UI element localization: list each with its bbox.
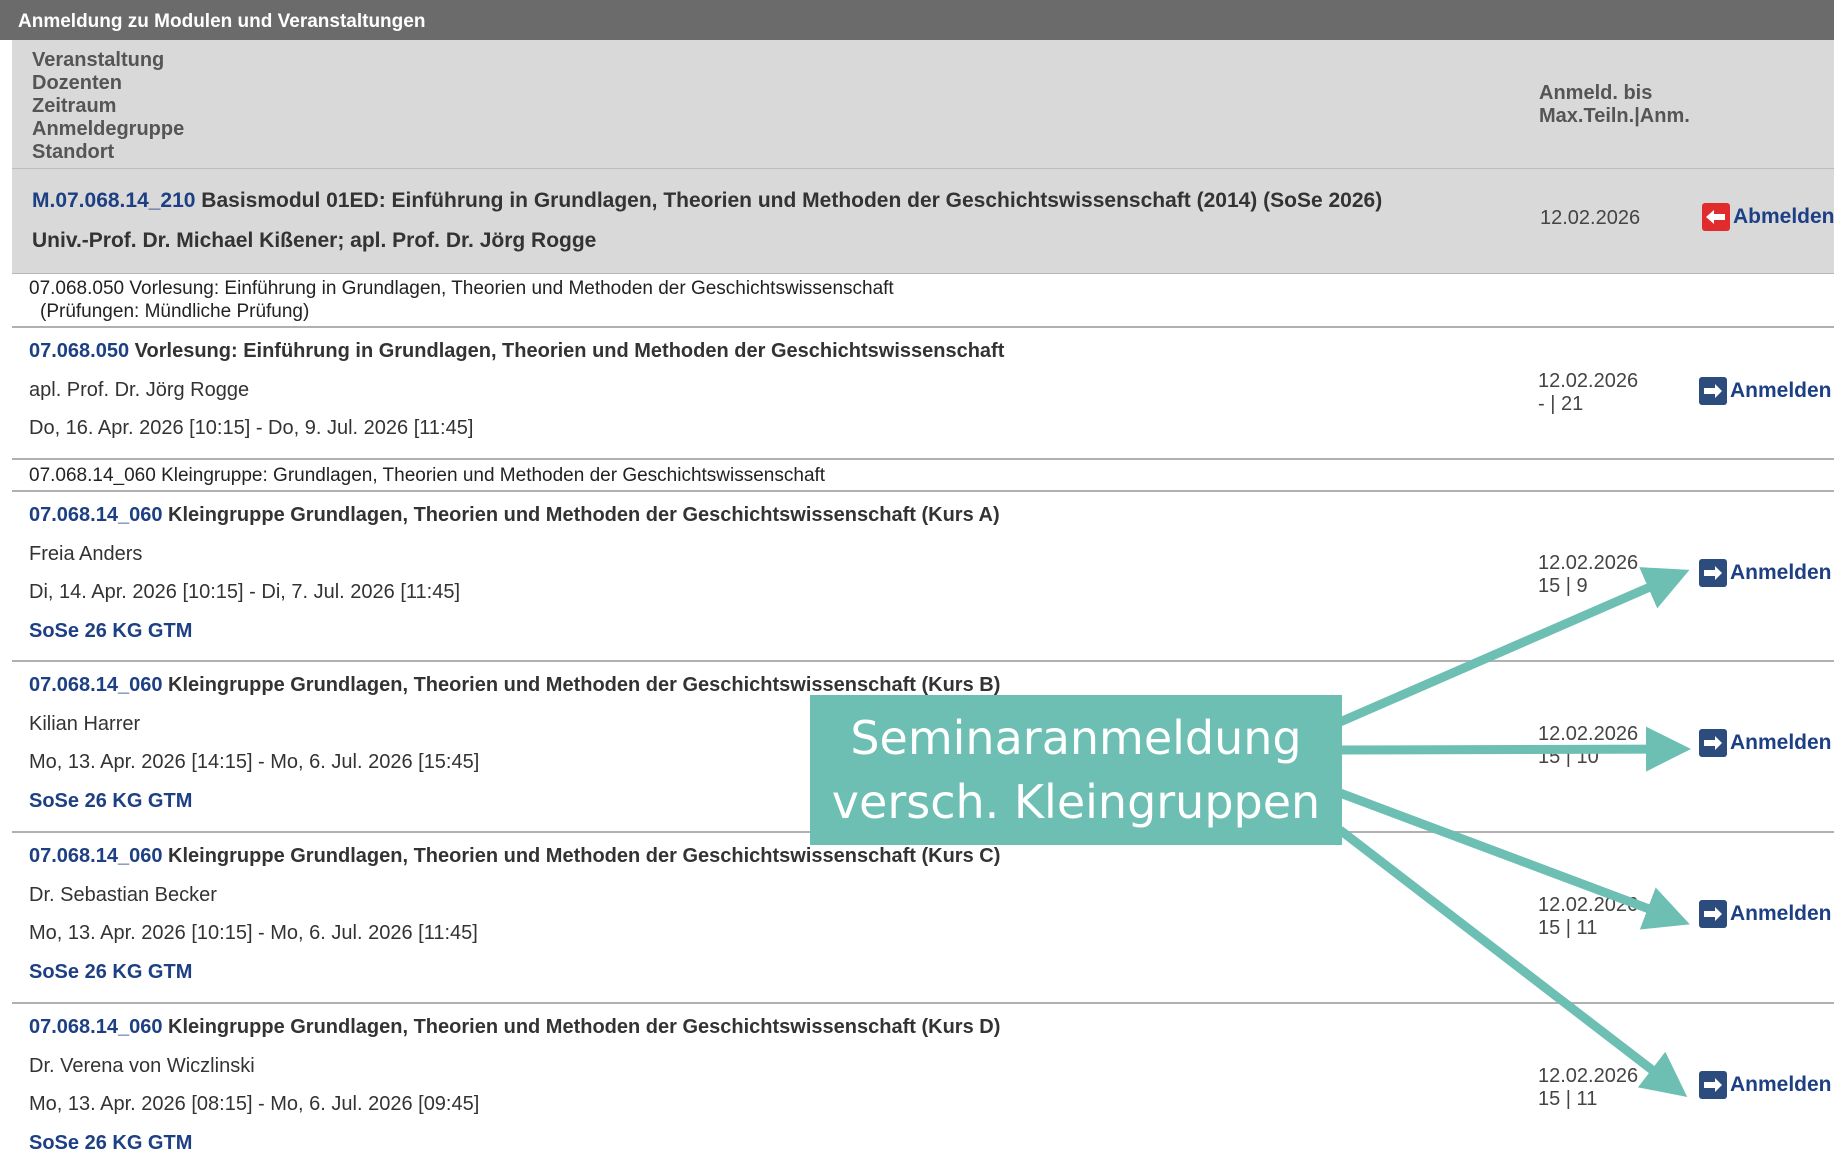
course-code-link[interactable]: 07.068.14_060	[29, 845, 162, 867]
header-dozenten: Dozenten	[32, 72, 122, 94]
course-deadline: 12.02.2026	[1538, 723, 1639, 745]
course-code-link[interactable]: 07.068.14_060	[29, 1016, 162, 1038]
exam-info-line1: 07.068.050 Vorlesung: Einführung in Grun…	[29, 278, 894, 299]
course-deadline-block: 12.02.2026 15 | 11	[1538, 1065, 1638, 1111]
anmelden-label: Anmelden	[1730, 1073, 1832, 1096]
group-info-row: 07.068.14_060 Kleingruppe: Grundlagen, T…	[12, 460, 1834, 492]
course-deadline-block: 12.02.2026 15 | 11	[1538, 894, 1638, 940]
course-row-a: 07.068.14_060 Kleingruppe Grundlagen, Th…	[12, 492, 1834, 662]
arrow-right-icon	[1699, 1071, 1727, 1099]
anmelden-label: Anmelden	[1730, 902, 1832, 925]
course-lecturer: Dr. Sebastian Becker	[29, 884, 217, 906]
group-info-line: 07.068.14_060 Kleingruppe: Grundlagen, T…	[29, 465, 826, 486]
module-code-link[interactable]: M.07.068.14_210	[32, 189, 195, 212]
course-capacity: 15 | 10	[1538, 746, 1599, 768]
anmelden-button-b[interactable]: Anmelden	[1699, 729, 1832, 757]
panel-header-bar: Anmeldung zu Modulen und Veranstaltungen	[0, 0, 1834, 40]
module-row: M.07.068.14_210 Basismodul 01ED: Einführ…	[12, 169, 1834, 275]
table-header: Veranstaltung Dozenten Zeitraum Anmeldeg…	[12, 40, 1834, 170]
anmelden-button-d[interactable]: Anmelden	[1699, 1071, 1832, 1099]
module-deadline: 12.02.2026	[1540, 207, 1641, 229]
lecture-row: 07.068.050 Vorlesung: Einführung in Grun…	[12, 328, 1834, 460]
course-title-text: Kleingruppe Grundlagen, Theorien und Met…	[162, 674, 1001, 696]
anmelden-button[interactable]: Anmelden	[1699, 377, 1832, 405]
callout-line1: Seminaranmeldung	[850, 711, 1302, 765]
anmelden-label: Anmelden	[1730, 379, 1832, 402]
course-group-link[interactable]: SoSe 26 KG GTM	[29, 961, 192, 984]
course-capacity: 15 | 11	[1538, 1088, 1598, 1110]
course-row-c: 07.068.14_060 Kleingruppe Grundlagen, Th…	[12, 833, 1834, 1004]
header-veranstaltung: Veranstaltung	[32, 49, 165, 71]
course-period: Mo, 13. Apr. 2026 [10:15] - Mo, 6. Jul. …	[29, 922, 478, 944]
course-title: 07.068.14_060 Kleingruppe Grundlagen, Th…	[29, 674, 1000, 697]
header-anmeld-bis: Anmeld. bis	[1539, 82, 1653, 104]
exam-info-row: 07.068.050 Vorlesung: Einführung in Grun…	[12, 274, 1834, 328]
course-capacity: 15 | 9	[1538, 575, 1588, 597]
course-deadline-block: 12.02.2026 15 | 9	[1538, 552, 1638, 598]
anmelden-button-c[interactable]: Anmelden	[1699, 900, 1832, 928]
course-lecturer: Freia Anders	[29, 543, 143, 565]
lecture-deadline: 12.02.2026	[1538, 370, 1639, 392]
arrow-right-icon	[1699, 900, 1727, 928]
lecture-capacity: - | 21	[1538, 393, 1584, 415]
callout-line2: versch. Kleingruppen	[831, 775, 1321, 829]
course-deadline-block: 12.02.2026 15 | 10	[1538, 723, 1638, 769]
course-code-link[interactable]: 07.068.14_060	[29, 674, 162, 696]
lecture-code-link[interactable]: 07.068.050	[29, 340, 129, 362]
course-lecturer: Kilian Harrer	[29, 713, 141, 735]
anmelden-label: Anmelden	[1730, 731, 1832, 754]
course-deadline: 12.02.2026	[1538, 1065, 1639, 1087]
anmelden-label: Anmelden	[1730, 561, 1832, 584]
panel-title: Anmeldung zu Modulen und Veranstaltungen	[18, 11, 426, 32]
lecture-title: 07.068.050 Vorlesung: Einführung in Grun…	[29, 340, 1004, 363]
arrow-right-icon	[1699, 377, 1727, 405]
course-group-link[interactable]: SoSe 26 KG GTM	[29, 620, 192, 643]
course-period: Mo, 13. Apr. 2026 [14:15] - Mo, 6. Jul. …	[29, 751, 480, 773]
course-deadline: 12.02.2026	[1538, 894, 1639, 916]
abmelden-button[interactable]: Abmelden	[1702, 203, 1834, 231]
course-group-link[interactable]: SoSe 26 KG GTM	[29, 790, 192, 813]
annotation-callout: Seminaranmeldung versch. Kleingruppen	[810, 695, 1342, 845]
course-title-text: Kleingruppe Grundlagen, Theorien und Met…	[162, 1016, 1001, 1038]
anmelden-button-a[interactable]: Anmelden	[1699, 559, 1832, 587]
header-columns-right: Anmeld. bis Max.Teiln.|Anm.	[1539, 82, 1690, 128]
module-title-text: Basismodul 01ED: Einführung in Grundlage…	[195, 189, 1383, 212]
lecture-period: Do, 16. Apr. 2026 [10:15] - Do, 9. Jul. …	[29, 417, 474, 439]
lecture-deadline-block: 12.02.2026 - | 21	[1538, 370, 1638, 416]
lecture-title-text: Vorlesung: Einführung in Grundlagen, The…	[129, 340, 1005, 362]
course-row-d: 07.068.14_060 Kleingruppe Grundlagen, Th…	[12, 1004, 1834, 1168]
module-lecturers: Univ.-Prof. Dr. Michael Kißener; apl. Pr…	[32, 229, 597, 252]
header-zeitraum: Zeitraum	[32, 95, 117, 117]
course-capacity: 15 | 11	[1538, 917, 1598, 939]
header-columns-left: Veranstaltung Dozenten Zeitraum Anmeldeg…	[32, 49, 184, 164]
arrow-left-icon	[1702, 203, 1730, 231]
lecture-lecturer: apl. Prof. Dr. Jörg Rogge	[29, 379, 250, 401]
course-title-text: Kleingruppe Grundlagen, Theorien und Met…	[162, 845, 1001, 867]
course-period: Di, 14. Apr. 2026 [10:15] - Di, 7. Jul. …	[29, 581, 461, 603]
arrow-right-icon	[1699, 729, 1727, 757]
course-deadline: 12.02.2026	[1538, 552, 1639, 574]
course-period: Mo, 13. Apr. 2026 [08:15] - Mo, 6. Jul. …	[29, 1093, 480, 1115]
module-title: M.07.068.14_210 Basismodul 01ED: Einführ…	[32, 189, 1382, 213]
abmelden-label: Abmelden	[1733, 205, 1834, 228]
course-title: 07.068.14_060 Kleingruppe Grundlagen, Th…	[29, 1016, 1000, 1039]
header-max-teiln: Max.Teiln.|Anm.	[1539, 105, 1690, 127]
arrow-right-icon	[1699, 559, 1727, 587]
course-group-link[interactable]: SoSe 26 KG GTM	[29, 1132, 192, 1155]
header-standort: Standort	[32, 141, 115, 163]
exam-info-line2: (Prüfungen: Mündliche Prüfung)	[40, 301, 310, 322]
course-code-link[interactable]: 07.068.14_060	[29, 504, 162, 526]
course-title-text: Kleingruppe Grundlagen, Theorien und Met…	[162, 504, 1000, 526]
course-lecturer: Dr. Verena von Wiczlinski	[29, 1055, 255, 1077]
course-title: 07.068.14_060 Kleingruppe Grundlagen, Th…	[29, 845, 1000, 868]
header-anmeldegruppe: Anmeldegruppe	[32, 118, 185, 140]
course-title: 07.068.14_060 Kleingruppe Grundlagen, Th…	[29, 504, 1000, 527]
